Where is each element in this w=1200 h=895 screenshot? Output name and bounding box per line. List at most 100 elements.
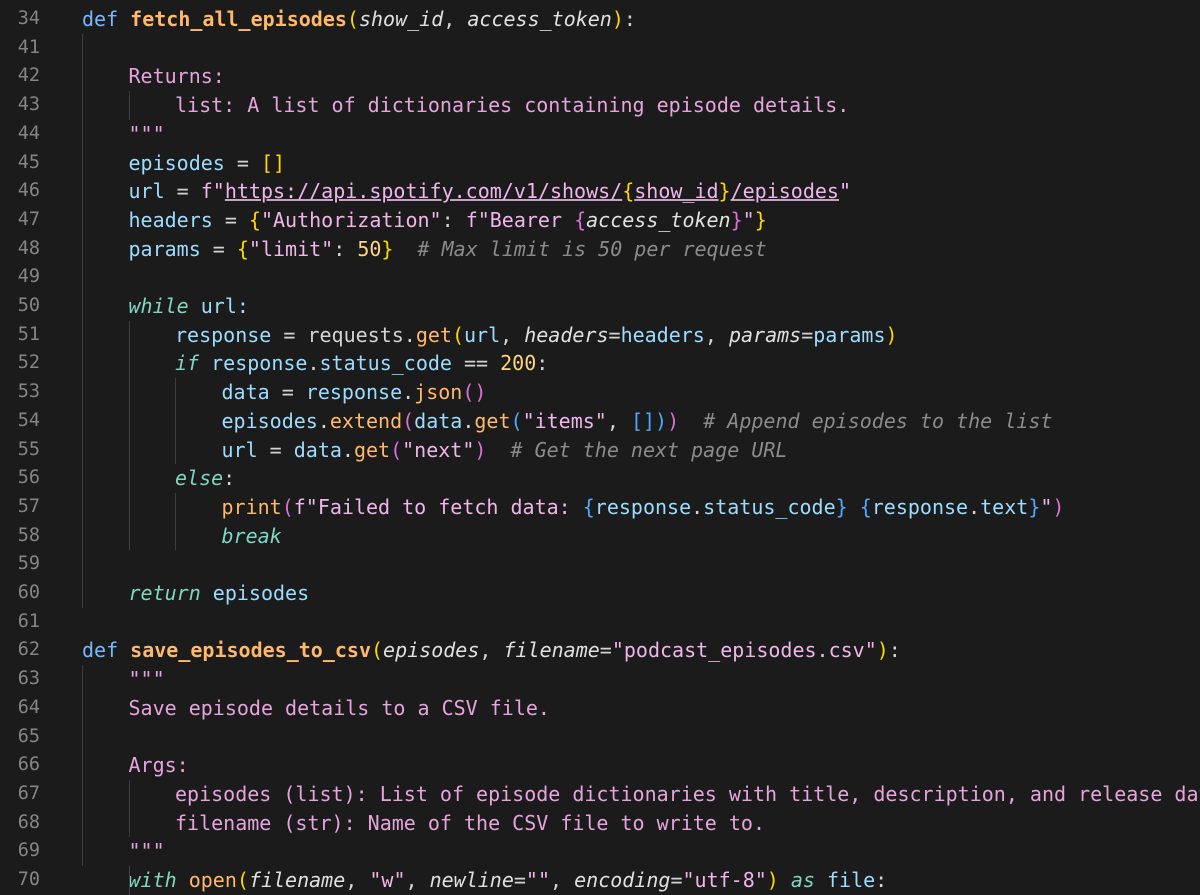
code-line[interactable]: 50 while url:: [0, 292, 1200, 321]
code-line[interactable]: 70 with open(filename, "w", newline="", e…: [0, 866, 1200, 895]
line-number: 46: [17, 180, 40, 202]
code-line[interactable]: 67 episodes (list): List of episode dicti…: [0, 780, 1200, 809]
line-number: 55: [17, 438, 40, 460]
code-token: print: [221, 494, 282, 519]
code-line[interactable]: 58 break: [0, 522, 1200, 551]
code-line[interactable]: 68 filename (str): Name of the CSV file t…: [0, 809, 1200, 838]
code-token: text: [980, 494, 1029, 519]
code-token: access_token: [586, 207, 731, 232]
code-token: # Max limit is 50 per request: [393, 236, 767, 261]
code-text: episodes = []: [129, 150, 286, 176]
code-line[interactable]: 47 headers = {"Authorization": f"Bearer {…: [0, 206, 1200, 235]
code-token: =: [271, 322, 308, 347]
code-token: (: [402, 408, 415, 433]
code-token: url: [128, 179, 165, 204]
code-line[interactable]: 55 url = data.get("next") # Get the next …: [0, 436, 1200, 465]
line-number: 47: [17, 208, 40, 230]
line-number: 67: [17, 782, 40, 804]
code-token: url: [221, 437, 258, 462]
code-token: ): [1052, 494, 1065, 519]
code-line[interactable]: 59: [0, 550, 1200, 579]
line-number: 34: [17, 8, 40, 29]
code-line[interactable]: 44 """: [0, 120, 1200, 149]
line-number: 68: [17, 811, 40, 833]
code-token: .: [462, 408, 475, 433]
code-text: """: [129, 121, 165, 147]
code-token: "next": [402, 437, 475, 462]
code-token: (): [462, 380, 487, 405]
code-token: (: [390, 437, 403, 462]
code-token: ): [474, 437, 487, 462]
code-token: response: [305, 380, 403, 405]
code-token: """: [128, 667, 165, 692]
code-line[interactable]: 64 Save episode details to a CSV file.: [0, 694, 1200, 723]
code-line[interactable]: 42 Returns:: [0, 62, 1200, 91]
code-line[interactable]: 51 response = requests.get(url, headers=h…: [0, 321, 1200, 350]
code-line[interactable]: 63 """: [0, 665, 1200, 694]
code-token: url: [464, 322, 501, 347]
code-line[interactable]: 65: [0, 723, 1200, 752]
code-token: break: [221, 523, 282, 548]
code-text: list: A list of dictionaries containing …: [175, 92, 849, 118]
code-line[interactable]: 48 params = {"limit": 50} # Max limit is …: [0, 235, 1200, 264]
code-token: "podcast_episodes.csv": [611, 638, 877, 663]
code-token: f"Failed to fetch data:: [293, 494, 583, 519]
line-number: 41: [17, 36, 40, 58]
line-number: 56: [17, 467, 40, 489]
code-line[interactable]: 46 url = f"https://api.spotify.com/v1/sho…: [0, 177, 1200, 206]
code-text: with open(filename, "w", newline="", enc…: [129, 867, 888, 893]
code-token: {: [582, 494, 595, 519]
code-text: def save_episodes_to_csv(episodes, filen…: [82, 637, 901, 663]
code-text: episodes (list): List of episode diction…: [175, 781, 1200, 807]
code-token: return: [128, 581, 201, 605]
code-line[interactable]: 53 data = response.json(): [0, 378, 1200, 407]
code-text: return episodes: [129, 580, 310, 606]
code-line[interactable]: 57 print(f"Failed to fetch data: {respons…: [0, 493, 1200, 522]
code-line[interactable]: 49: [0, 263, 1200, 292]
code-token: (: [451, 322, 464, 347]
code-token: params: [128, 236, 201, 261]
code-line[interactable]: 52 if response.status_code == 200:: [0, 349, 1200, 378]
code-text: filename (str): Name of the CSV file to …: [175, 810, 765, 836]
code-token: =: [224, 150, 261, 175]
code-token: ): [655, 408, 668, 433]
code-editor[interactable]: 34 def fetch_all_episodes(show_id, access…: [0, 0, 1200, 895]
line-number: 57: [17, 495, 40, 517]
code-token: requests: [307, 322, 404, 347]
code-token: episodes: [128, 150, 225, 175]
code-token: ,: [606, 408, 631, 433]
code-token: headers: [620, 322, 705, 347]
line-number: 54: [17, 409, 40, 431]
code-token: "limit": [248, 236, 334, 261]
code-token: if: [175, 351, 200, 376]
code-line[interactable]: 56 else:: [0, 464, 1200, 493]
code-text: params = {"limit": 50} # Max limit is 50…: [129, 236, 767, 262]
code-token: encoding: [574, 868, 671, 892]
indent-guide: [175, 378, 176, 465]
code-line[interactable]: 45 episodes = []: [0, 149, 1200, 178]
code-token: f": [200, 179, 225, 204]
code-token: episodes: [221, 408, 318, 433]
code-line[interactable]: 69 """: [0, 837, 1200, 866]
code-line[interactable]: 34 def fetch_all_episodes(show_id, access…: [0, 5, 1200, 34]
code-token: []: [260, 150, 286, 175]
code-token: ,: [704, 322, 729, 347]
code-token: ==: [451, 351, 501, 376]
code-token: show_id: [358, 7, 444, 31]
code-line[interactable]: 54 episodes.extend(data.get("items", []))…: [0, 407, 1200, 436]
code-token: save_episodes_to_csv: [130, 638, 371, 663]
code-token: }: [730, 207, 743, 232]
indent-guide: [175, 492, 176, 551]
code-token: list: A list of dictionaries containing …: [175, 93, 850, 118]
code-token: response: [871, 494, 969, 519]
code-line[interactable]: 66 Args:: [0, 751, 1200, 780]
code-token: # Append episodes to the list: [679, 408, 1053, 433]
code-text: episodes.extend(data.get("items", [])) #…: [222, 408, 1053, 434]
indent-guide: [82, 665, 83, 866]
code-line[interactable]: 60 return episodes: [0, 579, 1200, 608]
code-line[interactable]: 43 list: A list of dictionaries containin…: [0, 91, 1200, 120]
code-line[interactable]: 41: [0, 34, 1200, 63]
code-token: else: [175, 466, 224, 491]
code-line[interactable]: 61: [0, 608, 1200, 637]
code-line[interactable]: 62 def save_episodes_to_csv(episodes, fil…: [0, 636, 1200, 665]
